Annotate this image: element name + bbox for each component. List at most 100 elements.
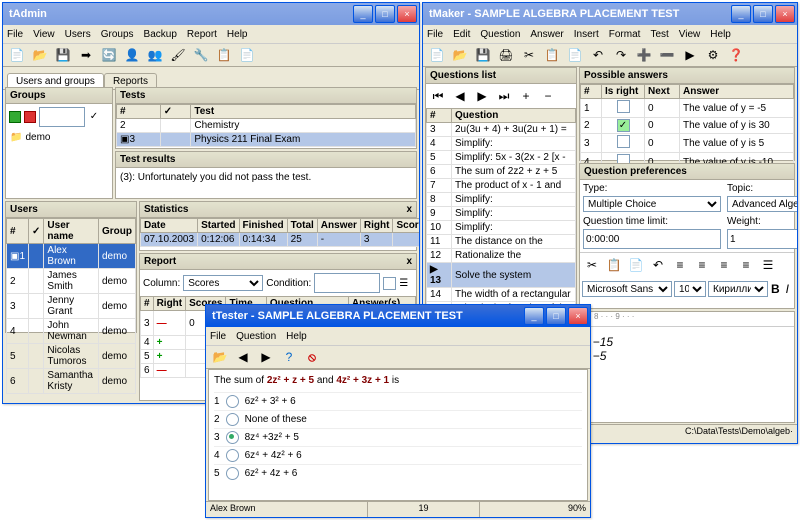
condition-checkbox[interactable] (383, 277, 396, 290)
menu-question[interactable]: Question (480, 29, 520, 40)
confirm-icon[interactable]: ✓ (88, 111, 100, 123)
minimize-button[interactable]: _ (353, 5, 373, 23)
table-row[interactable]: 14The width of a rectangular (427, 288, 576, 302)
undo-icon[interactable]: ↶ (648, 255, 668, 275)
maximize-button[interactable]: □ (753, 5, 773, 23)
align-justify-icon[interactable]: ≡ (736, 255, 756, 275)
menu-groups[interactable]: Groups (101, 29, 134, 40)
is-right-checkbox[interactable] (617, 135, 630, 148)
radio-button[interactable] (226, 413, 239, 426)
close-button[interactable]: × (568, 307, 588, 325)
table-row[interactable]: 9Simplify: (427, 207, 576, 221)
user-icon[interactable]: 👤 (122, 45, 142, 65)
first-icon[interactable]: ⏮ (428, 86, 448, 106)
table-row[interactable]: 4John Newmandemo (7, 319, 136, 344)
table-row[interactable]: 11The distance on the (427, 235, 576, 249)
new-icon[interactable]: 📄 (7, 45, 27, 65)
font-select[interactable]: Microsoft Sans Ser (582, 281, 672, 297)
list-icon[interactable]: ☰ (758, 255, 778, 275)
prev-icon[interactable]: ◀ (450, 86, 470, 106)
menu-insert[interactable]: Insert (574, 29, 599, 40)
table-row[interactable]: 5Simplify: 5x - 3(2x - 2 [x - (427, 151, 576, 165)
answer-option[interactable]: 2None of these (214, 410, 582, 428)
settings-icon[interactable]: ⚙ (703, 45, 723, 65)
table-row[interactable]: 10Simplify: (427, 221, 576, 235)
table-row[interactable]: 10The value of y = -5 (581, 99, 794, 118)
menu-edit[interactable]: Edit (453, 29, 470, 40)
align-left-icon[interactable]: ≡ (670, 255, 690, 275)
column-select[interactable]: Scores (183, 275, 263, 291)
table-row[interactable]: 30The value of y is 5 (581, 134, 794, 153)
menu-help[interactable]: Help (227, 29, 248, 40)
tmaker-titlebar[interactable]: tMaker - SAMPLE ALGEBRA PLACEMENT TEST _… (423, 3, 797, 25)
users-icon[interactable]: 👥 (145, 45, 165, 65)
del-q-icon[interactable]: − (538, 86, 558, 106)
save-icon[interactable]: 💾 (53, 45, 73, 65)
paste-icon[interactable]: 📄 (565, 45, 585, 65)
is-right-checkbox[interactable]: ✓ (617, 119, 630, 132)
ttester-titlebar[interactable]: tTester - SAMPLE ALGEBRA PLACEMENT TEST … (206, 305, 590, 327)
table-row[interactable]: 12Rationalize the (427, 249, 576, 263)
stop-icon[interactable]: ⦸ (302, 347, 322, 367)
new-icon[interactable]: 📄 (427, 45, 447, 65)
copy-icon[interactable]: 📋 (214, 45, 234, 65)
tadmin-titlebar[interactable]: tAdmin _ □ × (3, 3, 419, 25)
table-row[interactable]: 32u(3u + 4) + 3u(2u + 1) = (427, 123, 576, 137)
refresh-icon[interactable]: 🔄 (99, 45, 119, 65)
font-size-select[interactable]: 10 (674, 281, 706, 297)
table-row[interactable]: 2James Smithdemo (7, 269, 136, 294)
group-demo[interactable]: 📁 demo (6, 130, 112, 145)
open-icon[interactable]: 📂 (210, 347, 230, 367)
close-button[interactable]: × (775, 5, 795, 23)
menu-view[interactable]: View (679, 29, 701, 40)
time-input[interactable] (583, 229, 721, 249)
table-row[interactable]: 2✓0The value of y is 30 (581, 118, 794, 134)
prev-icon[interactable]: ◀ (233, 347, 253, 367)
copy-icon[interactable]: 📋 (604, 255, 624, 275)
align-center-icon[interactable]: ≡ (692, 255, 712, 275)
italic-button[interactable]: I (783, 279, 792, 299)
print-icon[interactable]: 🖨 (496, 45, 516, 65)
run-icon[interactable]: ▶ (680, 45, 700, 65)
table-row[interactable]: ▣3Physics 211 Final Exam (117, 133, 416, 147)
close-report-icon[interactable]: x (406, 256, 412, 267)
type-select[interactable]: Multiple Choice (583, 196, 721, 212)
maximize-button[interactable]: □ (546, 307, 566, 325)
last-icon[interactable]: ⏭ (494, 86, 514, 106)
answer-option[interactable]: 16z² + 3² + 6 (214, 392, 582, 410)
table-row[interactable]: 4Simplify: (427, 137, 576, 151)
is-right-checkbox[interactable] (617, 100, 630, 113)
bold-button[interactable]: B (770, 279, 781, 299)
answer-option[interactable]: 56z² + 4z + 6 (214, 464, 582, 482)
minimize-button[interactable]: _ (731, 5, 751, 23)
cut-icon[interactable]: ✂ (519, 45, 539, 65)
next-icon[interactable]: ▶ (256, 347, 276, 367)
add-icon[interactable]: ➕ (634, 45, 654, 65)
add-group-icon[interactable] (9, 111, 21, 123)
brush-icon[interactable]: 🖌 (168, 45, 188, 65)
menu-test[interactable]: Test (650, 29, 668, 40)
paste-icon[interactable]: 📄 (237, 45, 257, 65)
remove-group-icon[interactable] (24, 111, 36, 123)
tool-icon[interactable]: 🔧 (191, 45, 211, 65)
menu-users[interactable]: Users (65, 29, 91, 40)
table-row[interactable]: 6The sum of 2z2 + z + 5 (427, 165, 576, 179)
menu-question[interactable]: Question (236, 331, 276, 342)
menu-view[interactable]: View (33, 29, 55, 40)
paste-icon[interactable]: 📄 (626, 255, 646, 275)
close-stats-icon[interactable]: x (406, 204, 412, 215)
weight-input[interactable] (727, 229, 797, 249)
copy-icon[interactable]: 📋 (542, 45, 562, 65)
filter-icon[interactable]: ☰ (399, 278, 408, 289)
arrow-icon[interactable]: ➡ (76, 45, 96, 65)
maximize-button[interactable]: □ (375, 5, 395, 23)
radio-button[interactable] (226, 467, 239, 480)
open-icon[interactable]: 📂 (30, 45, 50, 65)
align-right-icon[interactable]: ≡ (714, 255, 734, 275)
help-icon[interactable]: ? (279, 347, 299, 367)
menu-file[interactable]: File (210, 331, 226, 342)
table-row[interactable]: 8Simplify: (427, 193, 576, 207)
table-row[interactable]: 07.10.20030:12:060:14:3425-312% (141, 233, 420, 247)
cut-icon[interactable]: ✂ (582, 255, 602, 275)
table-row[interactable]: 6Samantha Kristydemo (7, 369, 136, 394)
